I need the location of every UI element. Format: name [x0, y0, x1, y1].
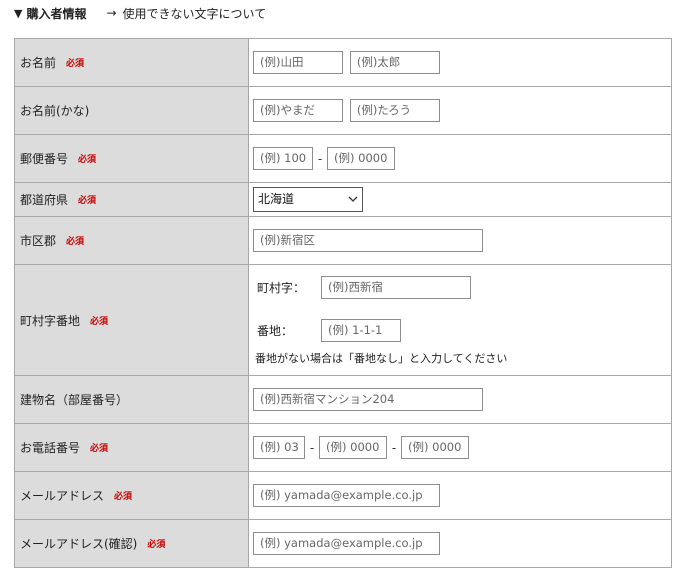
field-cell: (例)西新宿マンション204	[248, 375, 672, 424]
field-label: メールアドレス	[20, 489, 105, 503]
row-email: メールアドレス 必須 (例) yamada@example.co.jp	[14, 471, 672, 520]
city-input[interactable]: (例)新宿区	[253, 229, 483, 252]
phone-separator: -	[391, 440, 397, 455]
field-cell: (例)山田 (例)太郎	[248, 38, 672, 87]
required-badge: 必須	[147, 540, 166, 550]
town-input[interactable]: (例)西新宿	[321, 276, 471, 299]
row-building: 建物名（部屋番号） (例)西新宿マンション204	[14, 375, 672, 424]
row-prefecture: 都道府県 必須 北海道	[14, 182, 672, 217]
required-badge: 必須	[66, 237, 85, 247]
label-cell: 都道府県 必須	[14, 182, 249, 217]
field-label: メールアドレス(確認)	[20, 537, 138, 551]
row-address: 町村字番地 必須 町村字： (例)西新宿 番地： (例) 1-1-1 番地がない場…	[14, 264, 672, 376]
arrow-right-icon: →	[106, 6, 117, 20]
first-name-input[interactable]: (例)太郎	[349, 51, 440, 74]
field-label: 建物名（部屋番号）	[20, 393, 129, 407]
email-confirm-input[interactable]: (例) yamada@example.co.jp	[253, 532, 440, 555]
required-badge: 必須	[90, 316, 109, 327]
phone-separator: -	[309, 440, 315, 455]
number-row: 番地： (例) 1-1-1	[253, 319, 671, 342]
selected-value: 北海道	[258, 192, 295, 206]
email-input[interactable]: (例) yamada@example.co.jp	[253, 484, 440, 507]
phone-middle-input[interactable]: (例) 0000	[319, 436, 387, 459]
label-cell: メールアドレス(確認) 必須	[14, 519, 249, 568]
field-label: お名前(かな)	[20, 104, 90, 118]
field-label: 市区郡	[20, 234, 57, 248]
field-cell: (例) yamada@example.co.jp	[248, 471, 672, 520]
row-phone: お電話番号 必須 (例) 03- (例) 0000- (例) 0000	[14, 423, 672, 472]
section-title: 購入者情報	[26, 6, 87, 21]
last-name-input[interactable]: (例)山田	[253, 51, 343, 74]
field-cell: (例) 03- (例) 0000- (例) 0000	[248, 423, 672, 472]
row-zip: 郵便番号 必須 (例) 100- (例) 0000	[14, 134, 672, 183]
chevron-down-icon	[348, 188, 358, 220]
zip-second-input[interactable]: (例) 0000	[327, 147, 395, 170]
label-cell: お電話番号 必須	[14, 423, 249, 472]
phone-area-input[interactable]: (例) 03	[253, 436, 305, 459]
phone-last-input[interactable]: (例) 0000	[401, 436, 469, 459]
label-cell: 市区郡 必須	[14, 216, 249, 265]
field-cell: (例) 100- (例) 0000	[248, 134, 672, 183]
required-badge: 必須	[114, 492, 133, 502]
row-name: お名前 必須 (例)山田 (例)太郎	[14, 38, 672, 87]
triangle-down-icon: ▼	[14, 6, 23, 20]
field-cell: (例) yamada@example.co.jp	[248, 519, 672, 568]
section-header: ▼ 購入者情報 → 使用できない文字について	[14, 4, 266, 22]
field-cell: 町村字： (例)西新宿 番地： (例) 1-1-1 番地がない場合は「番地なし」…	[248, 264, 672, 376]
town-label: 町村字：	[257, 281, 306, 295]
field-label: 郵便番号	[20, 152, 69, 166]
field-label: 都道府県	[20, 193, 69, 207]
zip-separator: -	[317, 151, 323, 166]
field-cell: (例)新宿区	[248, 216, 672, 265]
town-row: 町村字： (例)西新宿	[253, 276, 671, 299]
row-email-confirm: メールアドレス(確認) 必須 (例) yamada@example.co.jp	[14, 519, 672, 568]
number-input[interactable]: (例) 1-1-1	[321, 319, 401, 342]
label-cell: 郵便番号 必須	[14, 134, 249, 183]
label-cell: 建物名（部屋番号）	[14, 375, 249, 424]
required-badge: 必須	[78, 155, 97, 165]
label-cell: お名前 必須	[14, 38, 249, 87]
building-input[interactable]: (例)西新宿マンション204	[253, 388, 483, 411]
row-kana: お名前(かな) (例)やまだ (例)たろう	[14, 86, 672, 135]
label-cell: 町村字番地 必須	[14, 264, 249, 376]
address-note: 番地がない場合は「番地なし」と入力してください	[255, 352, 508, 365]
number-label: 番地：	[257, 324, 294, 338]
last-name-kana-input[interactable]: (例)やまだ	[253, 99, 343, 122]
zip-first-input[interactable]: (例) 100	[253, 147, 313, 170]
required-badge: 必須	[66, 59, 85, 69]
field-cell: 北海道	[248, 182, 672, 217]
field-label: お電話番号	[20, 441, 81, 455]
required-badge: 必須	[90, 444, 109, 454]
field-label: お名前	[20, 56, 57, 70]
label-cell: お名前(かな)	[14, 86, 249, 135]
purchaser-form: お名前 必須 (例)山田 (例)太郎 お名前(かな) (例)やまだ (例)たろう …	[14, 38, 672, 568]
required-badge: 必須	[78, 196, 97, 206]
row-city: 市区郡 必須 (例)新宿区	[14, 216, 672, 265]
field-cell: (例)やまだ (例)たろう	[248, 86, 672, 135]
prefecture-select[interactable]: 北海道	[253, 187, 363, 212]
label-cell: メールアドレス 必須	[14, 471, 249, 520]
first-name-kana-input[interactable]: (例)たろう	[349, 99, 440, 122]
unusable-characters-link[interactable]: 使用できない文字について	[123, 5, 267, 22]
field-label: 町村字番地	[20, 313, 81, 328]
